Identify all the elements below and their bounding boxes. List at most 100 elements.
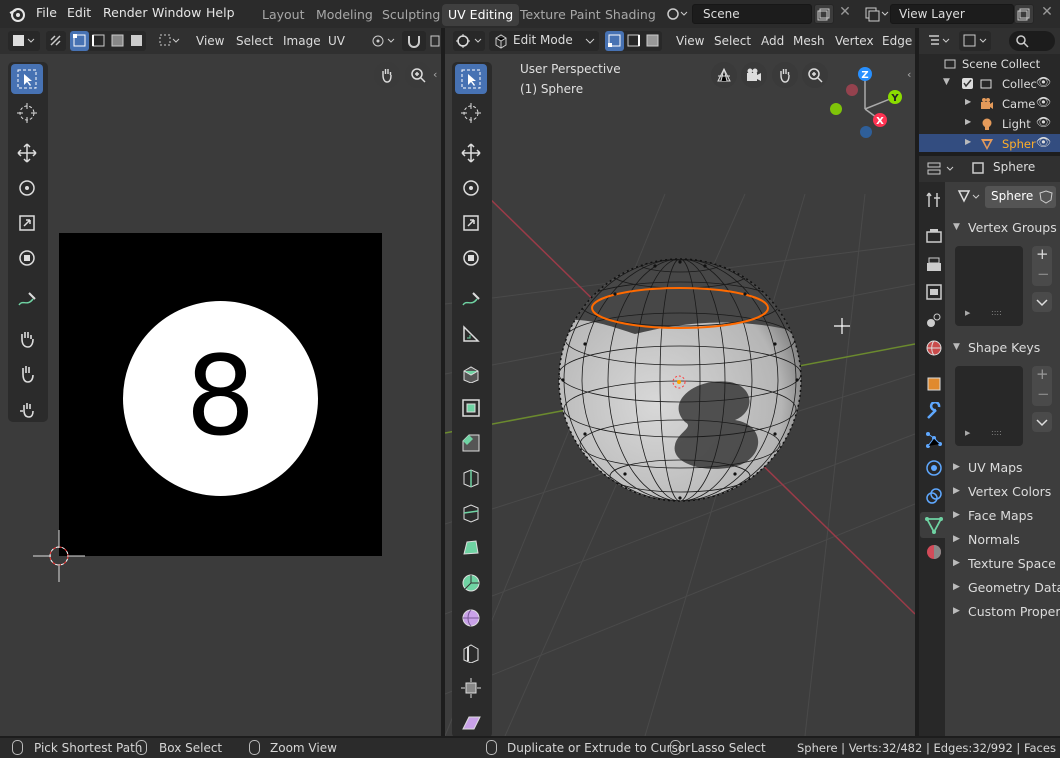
viewport-move-tool[interactable] (455, 138, 487, 168)
measure-tool[interactable] (455, 319, 487, 349)
select-box-tool[interactable] (11, 64, 43, 94)
viewport-menu-vertex[interactable]: Vertex (835, 34, 874, 48)
move-tool[interactable] (11, 138, 43, 168)
viewport-cursor-tool[interactable] (455, 98, 487, 128)
tab-uv-editing[interactable]: UV Editing (442, 4, 520, 26)
mesh-datablock-row[interactable]: Sphere (953, 186, 1056, 208)
mesh-name-field[interactable]: Sphere (985, 186, 1037, 208)
uv-image-canvas[interactable]: 8 (59, 233, 382, 556)
spin-tool[interactable] (455, 568, 487, 598)
material-properties-icon[interactable] (924, 542, 944, 562)
outliner-row-sphere[interactable]: ▶ Spher 👁 (919, 134, 1060, 152)
mode-selector[interactable]: Edit Mode (489, 31, 599, 51)
uv-pan-view-button[interactable] (374, 62, 400, 88)
scene-name-field[interactable]: Scene (692, 4, 812, 24)
new-view-layer-button[interactable] (1014, 4, 1034, 24)
uv-sidebar-toggle-icon[interactable]: ‹ (433, 68, 437, 81)
list-resize-handle-icon[interactable]: :::: (991, 308, 1002, 317)
remove-vertex-group-button[interactable]: − (1037, 265, 1050, 283)
sync-selection-icon[interactable] (46, 31, 66, 51)
viewport-annotate-tool[interactable] (455, 284, 487, 314)
world-properties-icon[interactable] (924, 338, 944, 358)
viewport-menu-edge[interactable]: Edge (882, 34, 912, 48)
shrink-fatten-tool[interactable] (455, 673, 487, 703)
menu-help[interactable]: Help (206, 5, 235, 20)
cursor-tool[interactable] (11, 98, 43, 128)
viewport-menu-add[interactable]: Add (761, 34, 784, 48)
viewport-rotate-tool[interactable] (455, 173, 487, 203)
outliner-panel[interactable]: Scene Collect ▼ Collec 👁 ▶ Came 👁 ▶ Ligh… (919, 28, 1060, 152)
constraint-properties-icon[interactable] (924, 486, 944, 506)
mesh-browse-icon[interactable] (957, 189, 983, 205)
viewport-select-box-tool[interactable] (455, 64, 487, 94)
camera-view-button[interactable] (741, 62, 767, 88)
texture-space-panel-header[interactable]: ▶ Texture Space (953, 554, 1056, 576)
menu-render[interactable]: Render (103, 5, 148, 20)
face-maps-panel-header[interactable]: ▶ Face Maps (953, 506, 1053, 528)
sphere-mesh[interactable] (555, 254, 805, 504)
uv-maps-panel-header[interactable]: ▶ UV Maps (953, 458, 1053, 480)
pan-view-button[interactable] (772, 62, 798, 88)
add-shape-key-button[interactable]: + (1036, 365, 1049, 383)
list-resize-handle-icon[interactable]: :::: (991, 428, 1002, 437)
remove-shape-key-button[interactable]: − (1037, 385, 1050, 403)
uv-2d-cursor-icon[interactable] (33, 530, 85, 582)
tool-properties-icon[interactable] (924, 190, 944, 210)
new-scene-button[interactable] (814, 4, 834, 24)
uv-zoom-view-button[interactable] (405, 62, 431, 88)
viewport-transform-tool[interactable] (455, 243, 487, 273)
mesh-vertex-select-icon[interactable] (605, 31, 624, 51)
outliner-row-light[interactable]: ▶ Light 👁 (919, 114, 1060, 134)
blender-logo-icon[interactable] (8, 5, 26, 23)
data-tab-active[interactable] (920, 512, 946, 538)
vertex-group-specials-button[interactable] (1032, 292, 1052, 312)
vertex-select-icon[interactable] (70, 31, 89, 51)
vertex-groups-panel-header[interactable]: ▼ Vertex Groups (953, 218, 1057, 240)
eye-icon[interactable]: 👁 (1036, 95, 1051, 109)
tab-shading[interactable]: Shading (599, 4, 662, 26)
normals-panel-header[interactable]: ▶ Normals (953, 530, 1053, 552)
tab-layout[interactable]: Layout (256, 4, 311, 26)
edge-select-icon[interactable] (89, 31, 108, 51)
tab-modeling[interactable]: Modeling (310, 4, 379, 26)
uv-menu-image[interactable]: Image (283, 34, 321, 48)
menu-edit[interactable]: Edit (67, 5, 91, 20)
editor-type-icon[interactable] (8, 31, 40, 51)
expand-arrow-icon[interactable]: ▶ (965, 117, 971, 126)
viewport-menu-select[interactable]: Select (714, 34, 751, 48)
view-layer-field[interactable]: View Layer (890, 4, 1014, 24)
relax-tool[interactable] (11, 394, 43, 424)
bevel-tool[interactable] (455, 428, 487, 458)
display-mode-icon[interactable] (959, 31, 991, 51)
properties-editor-type-icon[interactable] (925, 159, 957, 179)
vertex-colors-panel-header[interactable]: ▶ Vertex Colors (953, 482, 1053, 504)
shape-keys-panel-header[interactable]: ▼ Shape Keys (953, 338, 1053, 360)
outliner-row-collection[interactable]: ▼ Collec 👁 (919, 74, 1060, 94)
annotate-tool[interactable] (11, 284, 43, 314)
viewport-scale-tool[interactable] (455, 208, 487, 238)
menu-window[interactable]: Window (152, 5, 201, 20)
eye-icon[interactable]: 👁 (1036, 135, 1051, 149)
physics-properties-icon[interactable] (924, 458, 944, 478)
navigation-gizmo[interactable]: Z Y X (825, 64, 905, 144)
view-layer-properties-icon[interactable] (924, 282, 944, 302)
vertex-groups-list[interactable]: ▶ :::: (955, 246, 1023, 326)
outliner-row-scene-collection[interactable]: Scene Collect (919, 54, 1060, 74)
fake-user-icon[interactable] (1037, 186, 1056, 208)
outliner-row-camera[interactable]: ▶ Came 👁 (919, 94, 1060, 114)
uv-menu-view[interactable]: View (196, 34, 224, 48)
viewport-menu-mesh[interactable]: Mesh (793, 34, 825, 48)
viewport-menu-view[interactable]: View (676, 34, 704, 48)
transform-tool[interactable] (11, 243, 43, 273)
extrude-region-tool[interactable] (455, 358, 487, 388)
knife-tool[interactable] (455, 498, 487, 528)
menu-file[interactable]: File (36, 5, 57, 20)
eye-icon[interactable]: 👁 (1036, 75, 1051, 89)
mesh-edge-select-icon[interactable] (624, 31, 643, 51)
scene-selector-icon[interactable] (665, 4, 689, 24)
outliner-editor-type-icon[interactable] (925, 31, 953, 51)
inset-faces-tool[interactable] (455, 393, 487, 423)
view-layer-selector-icon[interactable] (862, 4, 890, 24)
scene-properties-icon[interactable] (924, 310, 944, 330)
modifier-properties-icon[interactable] (924, 400, 944, 422)
